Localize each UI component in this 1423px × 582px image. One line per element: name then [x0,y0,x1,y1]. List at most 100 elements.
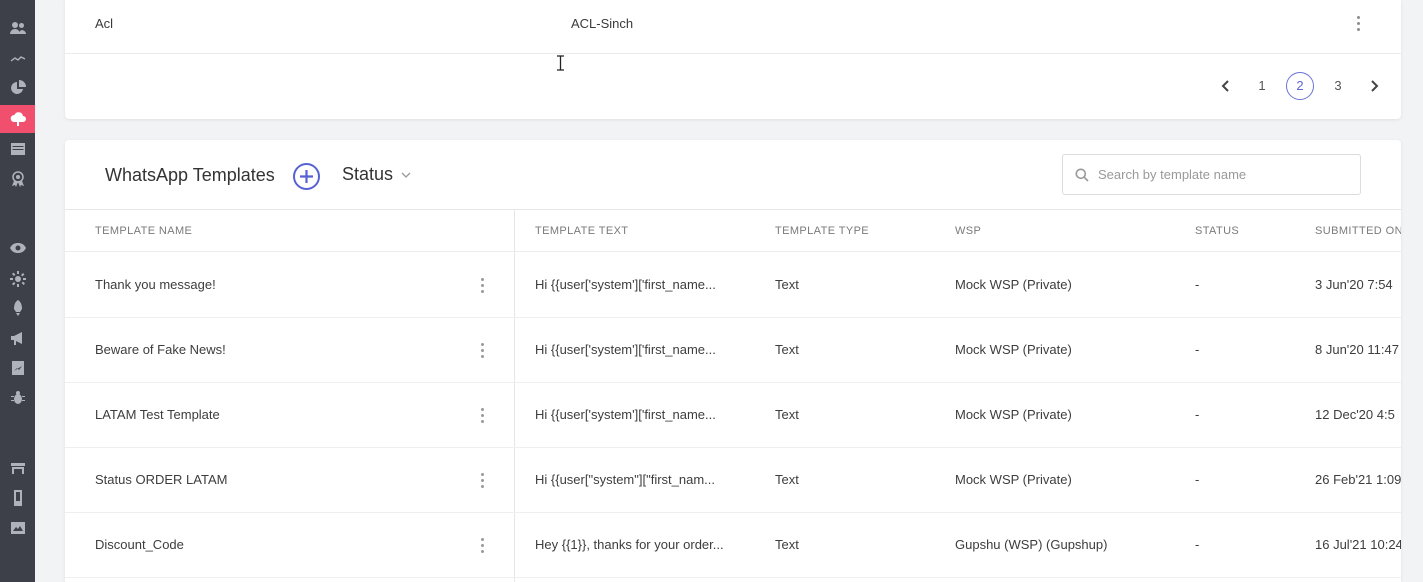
status-cell: - [1195,472,1200,487]
template-text-cell: Hi {{user["system"]["first_nam... [535,472,716,487]
add-template-button[interactable] [293,163,320,190]
template-name-cell: LATAM Test Template [95,407,220,422]
chevron-left-icon [1221,80,1229,92]
channel-name: Acl [95,16,114,31]
phone-icon [13,490,22,506]
wsp-cell: Mock WSP (Private) [955,407,1072,422]
template-type-cell: Text [775,342,799,357]
column-header-template-name[interactable]: TEMPLATE NAME [95,225,192,237]
sidebar-item-analytics[interactable] [0,74,35,102]
submitted-on-cell: 12 Dec'20 4:5 [1315,407,1395,422]
rocket-icon [13,300,22,316]
badge-icon [11,171,24,187]
column-header-status[interactable]: STATUS [1195,225,1239,237]
sidebar-item-view[interactable] [0,234,35,262]
sidebar-item-inbox[interactable] [0,135,35,163]
template-name-cell: Thank you message! [95,277,216,292]
page-3-button[interactable]: 3 [1324,72,1352,100]
text-cursor-icon [557,55,564,71]
store-icon [10,463,25,474]
previous-page-button[interactable] [1218,78,1234,94]
submitted-on-cell: 3 Jun'20 7:54 [1315,277,1393,292]
sidebar-item-users[interactable] [0,14,35,42]
table-header: TEMPLATE NAME TEMPLATE TEXT TEMPLATE TYP… [65,211,1401,252]
column-header-template-text[interactable]: TEMPLATE TEXT [535,225,628,237]
row-menu-icon[interactable] [475,275,489,295]
page-title: WhatsApp Templates [105,165,275,185]
sidebar-item-launch[interactable] [0,294,35,322]
wsp-cell: Gupshu (WSP) (Gupshup) [955,537,1108,552]
column-header-template-type[interactable]: TEMPLATE TYPE [775,225,869,237]
sidebar-item-store[interactable] [0,454,35,482]
search-input[interactable] [1098,167,1338,182]
page-1-button[interactable]: 1 [1248,72,1276,100]
sidebar [0,0,35,582]
cloud-upload-icon [10,112,26,126]
status-cell: - [1195,342,1200,357]
next-page-button[interactable] [1366,78,1382,94]
template-type-cell: Text [775,537,799,552]
table-row[interactable]: Thank you message! Hi {{user['system']['… [65,253,1401,318]
channels-card: Acl ACL-Sinch 1 2 3 [65,0,1401,119]
sidebar-item-reports[interactable] [0,354,35,382]
submitted-on-cell: 16 Jul'21 10:24 [1315,537,1401,552]
sidebar-item-debug[interactable] [0,384,35,412]
table-row[interactable]: Beware of Fake News! Hi {{user['system']… [65,318,1401,383]
template-text-cell: Hi {{user['system']['first_name... [535,407,716,422]
eye-icon [9,243,26,253]
row-menu-icon[interactable] [475,340,489,360]
bug-icon [10,391,25,404]
page-2-button[interactable]: 2 [1286,72,1314,100]
template-name-cell: Discount_Code [95,537,184,552]
status-cell: - [1195,407,1200,422]
card-header: WhatsApp Templates Status [65,140,1401,210]
row-menu-icon[interactable] [475,405,489,425]
report-icon [11,361,24,375]
template-name-cell: Beware of Fake News! [95,342,226,357]
table-row[interactable]: LATAM Test Template Hi {{user['system'][… [65,383,1401,448]
chart-image-icon [10,522,25,534]
status-filter-dropdown[interactable]: Status [342,164,411,185]
row-menu-icon[interactable] [475,470,489,490]
template-type-cell: Text [775,472,799,487]
submitted-on-cell: 26 Feb'21 1:09 [1315,472,1401,487]
sidebar-item-mobile[interactable] [0,484,35,512]
plus-icon [300,170,313,183]
sidebar-item-trends[interactable] [0,45,35,73]
sidebar-item-deploy[interactable] [0,105,35,133]
template-type-cell: Text [775,407,799,422]
status-cell: - [1195,277,1200,292]
template-type-cell: Text [775,277,799,292]
template-name-cell: Status ORDER LATAM [95,472,228,487]
inbox-icon [10,143,25,155]
sidebar-item-campaigns[interactable] [0,324,35,352]
column-header-wsp[interactable]: WSP [955,225,981,237]
sidebar-item-badges[interactable] [0,165,35,193]
more-options-icon[interactable] [1351,13,1365,33]
template-text-cell: Hi {{user['system']['first_name... [535,277,716,292]
table-row[interactable]: Discount_Code Hey {{1}}, thanks for your… [65,513,1401,578]
channel-value: ACL-Sinch [571,16,634,31]
status-cell: - [1195,537,1200,552]
chevron-right-icon [1371,80,1379,92]
wsp-cell: Mock WSP (Private) [955,277,1072,292]
search-box [1062,154,1361,195]
sidebar-item-gallery[interactable] [0,514,35,542]
column-header-submitted-on[interactable]: SUBMITTED ON [1315,225,1401,237]
row-menu-icon[interactable] [475,535,489,555]
settings-icon [9,271,26,287]
search-icon [1075,168,1089,182]
table-row[interactable]: Status ORDER LATAM Hi {{user["system"]["… [65,448,1401,513]
whatsapp-templates-card: WhatsApp Templates Status TEMPLATE NAME … [65,140,1401,582]
sidebar-item-settings[interactable] [0,265,35,293]
pie-chart-icon [10,80,26,94]
template-text-cell: Hey {{1}}, thanks for your order... [535,537,724,552]
wsp-cell: Mock WSP (Private) [955,342,1072,357]
wsp-cell: Mock WSP (Private) [955,472,1072,487]
table-row[interactable]: Acl ACL-Sinch [65,0,1401,54]
megaphone-icon [10,332,22,345]
submitted-on-cell: 8 Jun'20 11:47 [1315,342,1399,357]
template-text-cell: Hi {{user['system']['first_name... [535,342,716,357]
chevron-down-icon [401,172,411,178]
trend-icon [10,56,25,62]
